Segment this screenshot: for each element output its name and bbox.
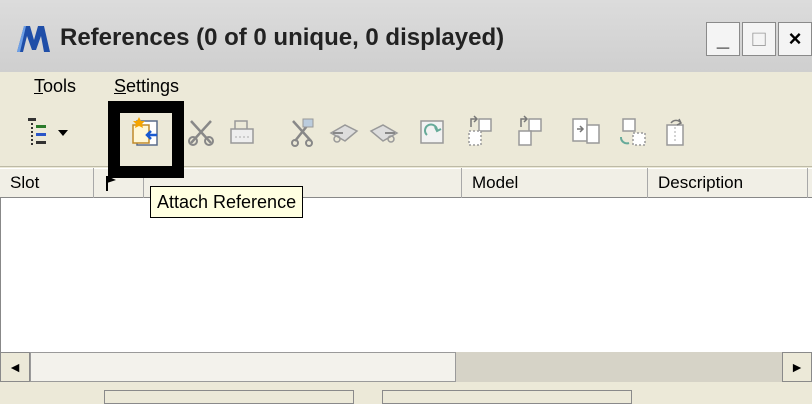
column-slot[interactable]: Slot (0, 168, 94, 198)
clip-boundary-icon[interactable] (284, 110, 324, 154)
mirror-icon[interactable] (656, 110, 696, 154)
scroll-right-button[interactable]: ► (782, 352, 812, 382)
clip-mask-icon[interactable] (324, 110, 364, 154)
app-icon (17, 26, 50, 52)
column-model[interactable]: Model (462, 168, 648, 198)
reload-reference-icon[interactable] (222, 110, 262, 154)
hierarchy-dropdown-icon[interactable] (22, 110, 80, 154)
menu-tools-accel: T (34, 76, 43, 96)
menu-tools-label: ools (43, 76, 77, 96)
scroll-left-button[interactable]: ◄ (0, 352, 30, 382)
exchange-icon[interactable] (412, 110, 452, 154)
title-bar[interactable]: References (0 of 0 unique, 0 displayed) … (0, 0, 812, 72)
highlight-box (108, 101, 184, 178)
window-title: References (0 of 0 unique, 0 displayed) (60, 24, 505, 51)
minimize-button[interactable]: _ (706, 22, 740, 56)
reference-list[interactable] (0, 198, 812, 352)
scale-icon[interactable] (566, 110, 606, 154)
references-dialog: References (0 of 0 unique, 0 displayed) … (0, 0, 812, 404)
delete-clip-icon[interactable] (364, 110, 404, 154)
move-icon[interactable] (460, 110, 500, 154)
menu-tools[interactable]: Tools (34, 76, 76, 97)
detach-reference-icon[interactable] (182, 110, 222, 154)
menu-settings[interactable]: Settings (114, 76, 179, 97)
menu-settings-label: ettings (126, 76, 180, 96)
maximize-button[interactable]: □ (742, 22, 776, 56)
copy-icon[interactable] (510, 110, 550, 154)
rotate-icon[interactable] (612, 110, 652, 154)
column-description[interactable]: Description (648, 168, 808, 198)
attach-reference-tooltip: Attach Reference (150, 186, 304, 218)
scroll-thumb[interactable] (30, 352, 456, 382)
menu-settings-accel: S (114, 76, 127, 96)
close-button[interactable]: × (778, 22, 812, 56)
